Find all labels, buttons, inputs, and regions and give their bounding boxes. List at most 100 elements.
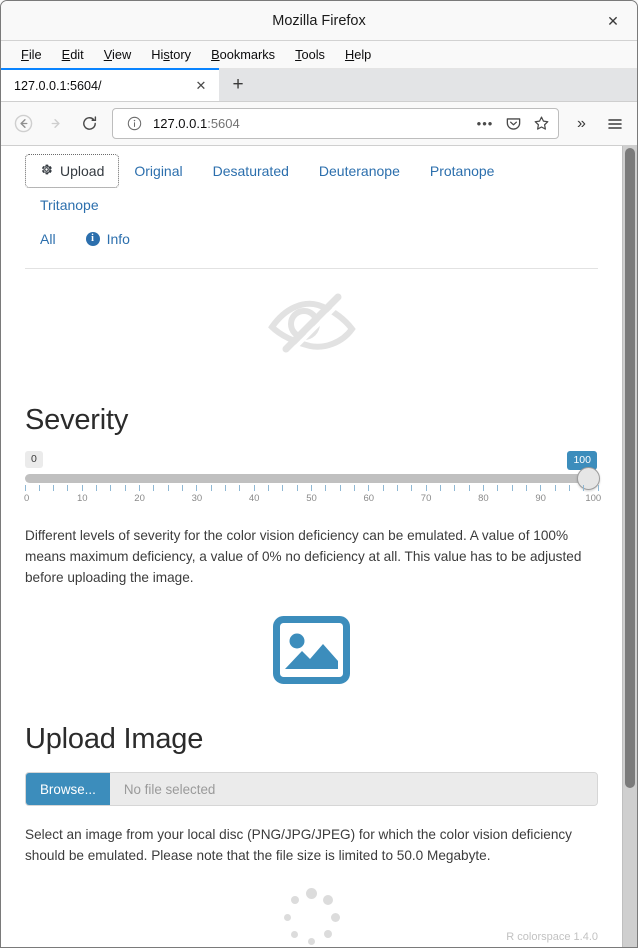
browser-tab-title: 127.0.0.1:5604/ bbox=[14, 78, 102, 93]
slider-tick bbox=[583, 485, 585, 491]
slider-tick bbox=[454, 485, 456, 491]
app-logo bbox=[25, 269, 598, 376]
close-icon[interactable]: ✕ bbox=[191, 76, 211, 96]
slider-tick bbox=[468, 485, 470, 491]
info-circle-icon: i bbox=[85, 232, 100, 246]
slider-tick bbox=[282, 485, 284, 491]
tab-protanope[interactable]: Protanope bbox=[415, 154, 510, 188]
pocket-icon[interactable] bbox=[501, 112, 525, 136]
window-title: Mozilla Firefox bbox=[272, 12, 366, 29]
spinner-dot bbox=[306, 887, 317, 899]
slider-tick-label: 100 bbox=[585, 493, 602, 504]
slider-tick bbox=[597, 485, 599, 491]
file-upload-input[interactable]: Browse... No file selected bbox=[25, 772, 598, 807]
slider-tick-labels: 0 10 20 30 40 50 60 70 80 90 100 bbox=[23, 493, 602, 507]
info-circle-icon[interactable] bbox=[122, 112, 146, 136]
tab-info-label: Info bbox=[106, 231, 130, 247]
slider-tick-label: 60 bbox=[363, 493, 375, 504]
tab-deuteranope[interactable]: Deuteranope bbox=[304, 154, 415, 188]
slider-tick bbox=[497, 485, 499, 491]
menu-item-edit[interactable]: Edit bbox=[52, 44, 94, 65]
gear-icon bbox=[40, 163, 53, 179]
tab-info[interactable]: i Info bbox=[71, 222, 145, 256]
window-close-button[interactable]: ✕ bbox=[599, 7, 627, 35]
scrollbar-thumb[interactable] bbox=[625, 148, 635, 788]
slider-tick bbox=[53, 485, 55, 491]
slider-ticks bbox=[24, 485, 599, 493]
page-scrollbar[interactable] bbox=[622, 146, 637, 947]
slider-tick bbox=[296, 485, 298, 491]
spinner-dot bbox=[323, 895, 334, 906]
slider-tick bbox=[554, 485, 556, 491]
slider-tick bbox=[96, 485, 98, 491]
slider-tick bbox=[124, 485, 126, 491]
tab-desaturated[interactable]: Desaturated bbox=[198, 154, 304, 188]
slider-tick bbox=[482, 485, 484, 491]
file-name-display: No file selected bbox=[109, 773, 597, 806]
slider-tick bbox=[411, 485, 413, 491]
loading-spinner-icon bbox=[279, 884, 345, 947]
slider-tick bbox=[210, 485, 212, 491]
slider-tick bbox=[67, 485, 69, 491]
tab-original[interactable]: Original bbox=[119, 154, 197, 188]
hamburger-menu-icon[interactable] bbox=[599, 108, 630, 139]
spinner-dot bbox=[291, 930, 299, 938]
eye-slash-icon bbox=[264, 291, 360, 362]
browser-tab[interactable]: 127.0.0.1:5604/ ✕ bbox=[1, 68, 219, 101]
forward-arrow-icon[interactable] bbox=[41, 108, 72, 139]
slider-tick-label: 40 bbox=[248, 493, 260, 504]
page-actions-ellipsis-icon[interactable]: ••• bbox=[473, 112, 497, 136]
slider-tick bbox=[511, 485, 513, 491]
slider-tick-label: 20 bbox=[134, 493, 145, 504]
menu-item-file[interactable]: File bbox=[11, 44, 52, 65]
slider-tick bbox=[382, 485, 384, 491]
severity-description: Different levels of severity for the col… bbox=[25, 528, 582, 586]
picture-placeholder-icon bbox=[273, 616, 350, 689]
spinner-dot bbox=[324, 930, 333, 939]
url-bar[interactable]: 127.0.0.1:5604 ••• bbox=[112, 108, 559, 139]
spinner-dot bbox=[308, 937, 315, 945]
slider-tick bbox=[425, 485, 427, 491]
slider-tick bbox=[540, 485, 542, 491]
slider-tick bbox=[268, 485, 270, 491]
tab-all[interactable]: All bbox=[25, 222, 71, 256]
menu-item-history[interactable]: History bbox=[141, 44, 201, 65]
tab-upload[interactable]: Upload bbox=[25, 154, 120, 188]
slider-tick bbox=[139, 485, 141, 491]
spinner-dot bbox=[331, 912, 340, 922]
url-text[interactable]: 127.0.0.1:5604 bbox=[150, 116, 469, 131]
slider-tick-label: 10 bbox=[77, 493, 88, 504]
menu-item-view[interactable]: View bbox=[94, 44, 142, 65]
slider-tick bbox=[196, 485, 198, 491]
slider-tick bbox=[225, 485, 227, 491]
page-viewport: Upload Original Desaturated Deuteranope … bbox=[1, 146, 637, 947]
slider-tick bbox=[525, 485, 527, 491]
menu-item-help[interactable]: Help bbox=[335, 44, 381, 65]
reload-icon[interactable] bbox=[74, 108, 105, 139]
menu-item-bookmarks[interactable]: Bookmarks bbox=[201, 44, 285, 65]
slider-tick bbox=[182, 485, 184, 491]
severity-slider[interactable]: 0 100 0 10 20 30 40 50 60 70 80 90 100 bbox=[23, 451, 602, 507]
slider-tick-label: 0 bbox=[23, 493, 30, 504]
upload-description: Select an image from your local disc (PN… bbox=[25, 827, 572, 864]
new-tab-button[interactable]: + bbox=[219, 68, 257, 101]
overflow-chevrons-icon[interactable]: » bbox=[566, 108, 597, 139]
slider-track[interactable] bbox=[25, 474, 598, 483]
star-icon[interactable] bbox=[529, 112, 553, 136]
slider-tick-label: 80 bbox=[478, 493, 489, 504]
app-tab-bar-secondary: All i Info bbox=[25, 222, 598, 258]
spinner-dot bbox=[284, 913, 291, 921]
slider-tick bbox=[439, 485, 441, 491]
menu-bar: File Edit View History Bookmarks Tools H… bbox=[1, 41, 637, 69]
slider-tick-label: 50 bbox=[306, 493, 317, 504]
back-arrow-icon[interactable] bbox=[8, 108, 39, 139]
menu-item-tools[interactable]: Tools bbox=[285, 44, 335, 65]
slider-tick bbox=[396, 485, 398, 491]
title-bar: Mozilla Firefox ✕ bbox=[1, 1, 637, 41]
app-tab-bar: Upload Original Desaturated Deuteranope … bbox=[25, 146, 598, 222]
browse-button[interactable]: Browse... bbox=[26, 773, 110, 806]
severity-heading: Severity bbox=[25, 404, 129, 436]
slider-min-label: 0 bbox=[25, 451, 43, 468]
slider-tick-label: 70 bbox=[420, 493, 432, 504]
tab-tritanope[interactable]: Tritanope bbox=[25, 188, 114, 222]
